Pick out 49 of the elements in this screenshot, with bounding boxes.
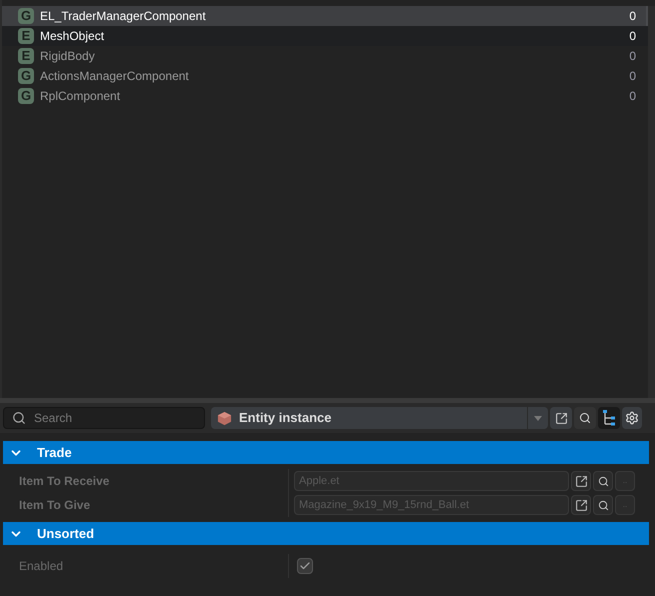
search-icon bbox=[598, 500, 608, 510]
search-icon bbox=[598, 476, 608, 486]
component-badge: E bbox=[18, 48, 34, 64]
property-label: Item To Give bbox=[18, 497, 92, 514]
settings-icon bbox=[625, 411, 639, 425]
component-name: RplComponent bbox=[40, 88, 122, 105]
component-badge: E bbox=[18, 28, 34, 44]
component-row[interactable]: G RplComponent 0 bbox=[2, 86, 648, 106]
hierarchy-icon bbox=[603, 410, 615, 426]
component-count: 0 bbox=[629, 48, 636, 65]
component-name: RigidBody bbox=[40, 48, 96, 65]
open-external-button[interactable] bbox=[571, 495, 591, 515]
component-row[interactable]: E RigidBody 0 bbox=[2, 46, 648, 66]
open-external-icon bbox=[554, 412, 568, 424]
section-header[interactable]: Trade bbox=[3, 441, 649, 464]
component-badge: G bbox=[18, 88, 34, 104]
search-button[interactable] bbox=[593, 471, 613, 491]
search-icon bbox=[579, 412, 591, 424]
component-name: EL_TraderManagerComponent bbox=[40, 8, 207, 25]
open-external-button[interactable] bbox=[550, 407, 572, 429]
class-dropdown[interactable]: Entity instance bbox=[211, 407, 548, 429]
settings-button[interactable] bbox=[622, 407, 642, 429]
component-name: MeshObject bbox=[40, 28, 106, 45]
component-badge: G bbox=[18, 8, 34, 24]
property-label: Enabled bbox=[18, 558, 64, 575]
search-button[interactable] bbox=[593, 495, 613, 515]
component-count: 0 bbox=[629, 68, 636, 85]
open-external-icon bbox=[574, 498, 588, 512]
check-icon bbox=[299, 560, 311, 572]
caret-icon bbox=[534, 416, 542, 420]
hierarchy-toggle[interactable] bbox=[598, 407, 620, 429]
open-external-icon bbox=[574, 474, 588, 488]
cube-icon bbox=[217, 410, 232, 426]
search-field[interactable]: Search bbox=[3, 407, 205, 429]
component-row[interactable]: G EL_TraderManagerComponent 0 bbox=[2, 6, 648, 26]
component-badge: G bbox=[18, 68, 34, 84]
search-button[interactable] bbox=[574, 407, 596, 429]
section-header[interactable]: Unsorted bbox=[3, 522, 649, 545]
component-name: ActionsManagerComponent bbox=[40, 68, 190, 85]
search-icon bbox=[12, 411, 26, 425]
component-count: 0 bbox=[629, 88, 636, 105]
property-label: Item To Receive bbox=[18, 473, 110, 490]
component-row[interactable]: G ActionsManagerComponent 0 bbox=[2, 66, 648, 86]
component-row[interactable]: E MeshObject 0 bbox=[2, 26, 648, 46]
open-external-button[interactable] bbox=[571, 471, 591, 491]
checkbox[interactable] bbox=[297, 558, 313, 574]
search-input[interactable]: Search bbox=[34, 409, 184, 427]
component-count: 0 bbox=[629, 8, 636, 25]
component-count: 0 bbox=[629, 28, 636, 45]
